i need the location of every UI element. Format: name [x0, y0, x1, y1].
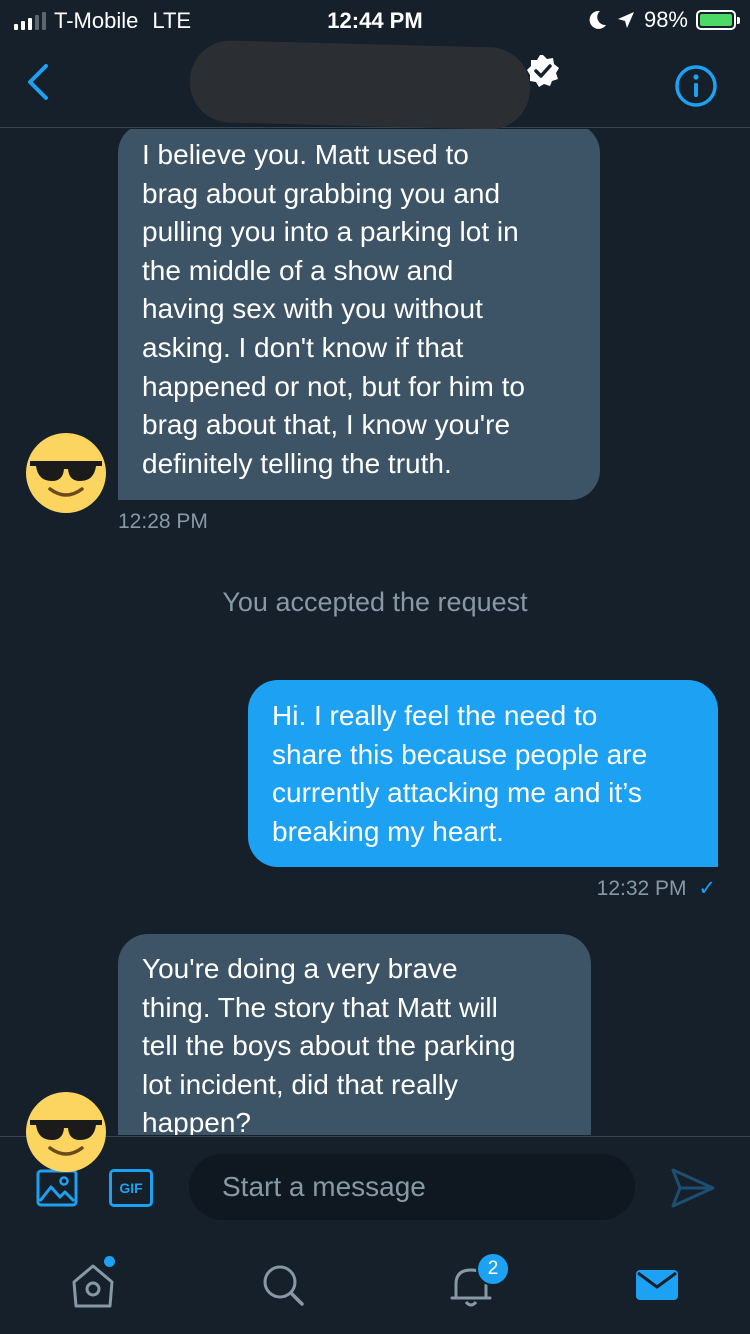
message-line: brag about grabbing you and	[142, 177, 501, 209]
message-line: pulling you into a parking lot in	[142, 216, 519, 248]
status-right: 98%	[586, 7, 740, 33]
message-line: I believe you. Matt used to	[142, 139, 469, 170]
request-accepted-note: You accepted the request	[222, 587, 528, 617]
sunglasses-emoji-icon	[26, 1092, 106, 1172]
send-icon	[671, 1168, 715, 1208]
conversation-header	[0, 39, 750, 131]
message-composer: GIF	[0, 1136, 750, 1240]
message-timestamp: 12:32 PM ✓	[560, 876, 716, 901]
battery-percent: 98%	[643, 7, 688, 32]
received-message-bubble[interactable]: I believe you. Matt used to brag about g…	[118, 129, 600, 500]
message-line: lot incident, did that really	[142, 1068, 458, 1100]
sender-avatar[interactable]	[24, 1090, 108, 1174]
gif-button[interactable]: GIF	[109, 1169, 153, 1207]
message-line: having sex with you without	[142, 293, 483, 325]
do-not-disturb-icon	[589, 10, 606, 29]
location-arrow-icon	[617, 12, 634, 28]
search-icon	[263, 1265, 304, 1306]
message-input[interactable]	[189, 1154, 635, 1220]
message-time: 12:32 PM	[596, 877, 687, 900]
message-line: tell the boys about the parking	[142, 1030, 516, 1062]
sent-message-bubble[interactable]: Hi. I really feel the need to share this…	[248, 680, 718, 867]
message-line: breaking my heart.	[272, 815, 504, 847]
chevron-left-icon	[28, 64, 48, 100]
status-bar: T-Mobile LTE 12:44 PM 98%	[0, 0, 750, 40]
sender-avatar[interactable]	[24, 431, 108, 515]
message-line: currently attacking me and it’s	[272, 777, 642, 809]
message-line: the middle of a show and	[142, 254, 454, 286]
message-timestamp: 12:28 PM	[118, 510, 208, 533]
back-button[interactable]	[18, 60, 62, 104]
tab-home[interactable]	[68, 1260, 118, 1310]
sunglasses-emoji-icon	[26, 433, 106, 513]
message-line: Hi. I really feel the need to	[272, 700, 598, 731]
message-line: definitely telling the truth.	[142, 447, 452, 479]
send-button[interactable]	[670, 1167, 716, 1209]
tab-messages[interactable]	[632, 1260, 682, 1310]
home-icon	[72, 1264, 114, 1308]
message-line: happened or not, but for him to	[142, 370, 525, 402]
battery-icon	[696, 10, 740, 30]
info-button[interactable]	[674, 64, 718, 108]
new-content-dot	[104, 1256, 115, 1267]
message-line: share this because people are	[272, 738, 648, 770]
message-line: You're doing a very brave	[142, 953, 458, 984]
message-line: thing. The story that Matt will	[142, 991, 498, 1023]
bottom-tab-bar: 2	[0, 1240, 750, 1334]
message-list[interactable]: I believe you. Matt used to brag about g…	[0, 129, 750, 1135]
redacted-username	[188, 39, 532, 131]
verified-badge-icon	[527, 55, 559, 87]
read-checkmark-icon: ✓	[698, 877, 716, 900]
message-line: brag about that, I know you're	[142, 409, 511, 441]
tab-search[interactable]	[258, 1260, 308, 1310]
mail-icon	[636, 1270, 678, 1300]
message-line: asking. I don't know if that	[142, 331, 464, 363]
notification-count-badge: 2	[476, 1252, 510, 1286]
image-icon	[36, 1169, 78, 1207]
message-line: happen?	[142, 1107, 252, 1135]
received-message-bubble[interactable]: You're doing a very brave thing. The sto…	[118, 934, 591, 1135]
